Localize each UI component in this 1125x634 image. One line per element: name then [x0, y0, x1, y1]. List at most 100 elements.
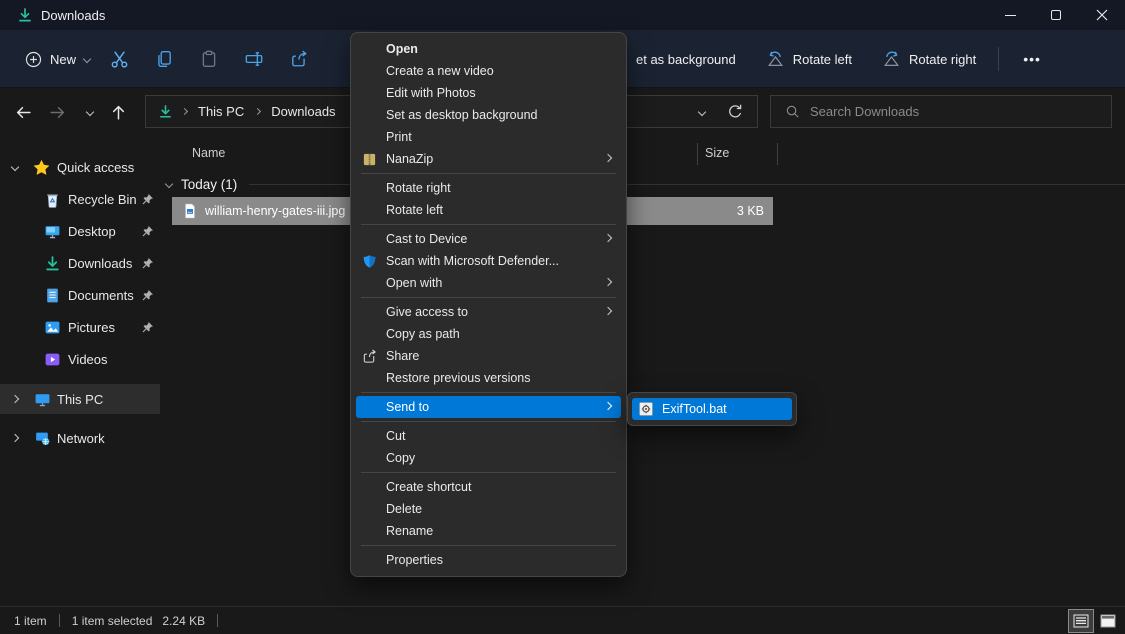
set-as-background-button[interactable]: et as background: [628, 52, 744, 67]
group-header-today[interactable]: Today (1): [166, 173, 1125, 195]
sidebar-item-videos[interactable]: Videos: [0, 344, 160, 374]
back-button[interactable]: [11, 100, 35, 124]
context-menu: Open Create a new video Edit with Photos…: [350, 32, 627, 577]
maximize-icon: [1051, 10, 1061, 20]
sidebar-item-label: Documents: [68, 288, 134, 303]
sidebar-item-downloads[interactable]: Downloads: [0, 248, 160, 278]
paste-button[interactable]: [198, 48, 220, 70]
submenu-arrow-icon: [604, 402, 612, 410]
pin-icon: [141, 225, 154, 238]
menu-item-set-as-desktop-background[interactable]: Set as desktop background: [351, 104, 626, 126]
column-divider[interactable]: [777, 143, 778, 165]
breadcrumb-this-pc[interactable]: This PC: [196, 104, 246, 119]
rotate-left-icon: [766, 50, 785, 68]
pin-icon: [141, 193, 154, 206]
rename-button[interactable]: [243, 48, 265, 70]
up-button[interactable]: [106, 100, 130, 124]
menu-item-copy-as-path[interactable]: Copy as path: [351, 323, 626, 345]
sidebar-item-desktop[interactable]: Desktop: [0, 216, 160, 246]
column-header-name[interactable]: Name: [192, 146, 225, 160]
copy-button[interactable]: [153, 48, 175, 70]
details-view-button[interactable]: [1069, 610, 1093, 632]
column-header-size[interactable]: Size: [705, 146, 729, 160]
rotate-right-icon: [882, 50, 901, 68]
address-dropdown-icon[interactable]: [698, 107, 706, 115]
this-pc-icon: [34, 391, 51, 408]
toolbar-divider: [998, 47, 999, 71]
menu-item-scan-with-defender[interactable]: Scan with Microsoft Defender...: [351, 250, 626, 272]
group-collapse-icon[interactable]: [165, 180, 173, 188]
pin-icon: [141, 257, 154, 270]
thumbnail-view-button[interactable]: [1096, 610, 1120, 632]
sidebar-item-pictures[interactable]: Pictures: [0, 312, 160, 342]
collapse-chevron-icon[interactable]: [11, 395, 19, 403]
share-button[interactable]: [288, 48, 310, 70]
share-icon: [361, 348, 378, 365]
rotate-right-button[interactable]: Rotate right: [874, 50, 984, 68]
menu-separator: [361, 545, 616, 546]
column-divider[interactable]: [697, 143, 698, 165]
menu-item-open-with[interactable]: Open with: [351, 272, 626, 294]
minimize-button[interactable]: [987, 0, 1033, 30]
rename-icon: [245, 50, 263, 68]
expand-chevron-icon[interactable]: [11, 163, 19, 171]
menu-item-rename[interactable]: Rename: [351, 520, 626, 542]
status-divider: [217, 614, 218, 627]
menu-item-cut[interactable]: Cut: [351, 425, 626, 447]
search-input[interactable]: [810, 104, 1111, 119]
sidebar-item-label: Pictures: [68, 320, 115, 335]
details-view-icon: [1073, 614, 1089, 628]
collapse-chevron-icon[interactable]: [11, 434, 19, 442]
sidebar-item-documents[interactable]: Documents: [0, 280, 160, 310]
documents-icon: [44, 287, 61, 304]
title-bar: Downloads: [0, 0, 1125, 30]
sidebar-item-network[interactable]: Network: [0, 423, 160, 453]
search-box[interactable]: [770, 95, 1112, 128]
submenu-item-exiftool[interactable]: ExifTool.bat: [632, 398, 792, 420]
menu-item-print[interactable]: Print: [351, 126, 626, 148]
plus-circle-icon: [25, 51, 42, 68]
file-explorer-window: Downloads New: [0, 0, 1125, 634]
menu-item-give-access-to[interactable]: Give access to: [351, 301, 626, 323]
pin-icon: [141, 289, 154, 302]
menu-item-send-to[interactable]: Send to: [356, 396, 621, 418]
recent-locations-button[interactable]: [78, 100, 102, 124]
menu-item-cast-to-device[interactable]: Cast to Device: [351, 228, 626, 250]
pictures-icon: [44, 319, 61, 336]
downloads-folder-icon: [158, 104, 173, 119]
menu-separator: [361, 472, 616, 473]
rotate-left-button[interactable]: Rotate left: [758, 50, 860, 68]
menu-item-properties[interactable]: Properties: [351, 549, 626, 571]
search-icon: [785, 104, 800, 119]
chevron-down-icon: [86, 108, 94, 116]
sidebar-item-this-pc[interactable]: This PC: [0, 384, 160, 414]
sidebar-item-label: Recycle Bin: [68, 192, 137, 207]
menu-item-delete[interactable]: Delete: [351, 498, 626, 520]
sidebar-item-label: Desktop: [68, 224, 116, 239]
file-list-pane: Name Size Today (1) william-henry-gates-…: [160, 135, 1125, 606]
breadcrumb-downloads[interactable]: Downloads: [269, 104, 337, 119]
menu-item-nanazip[interactable]: NanaZip: [351, 148, 626, 170]
menu-item-copy[interactable]: Copy: [351, 447, 626, 469]
menu-item-open[interactable]: Open: [351, 38, 626, 60]
nanazip-icon: [361, 151, 378, 168]
close-icon: [1096, 9, 1108, 21]
menu-item-share[interactable]: Share: [351, 345, 626, 367]
menu-item-create-shortcut[interactable]: Create shortcut: [351, 476, 626, 498]
menu-item-rotate-right[interactable]: Rotate right: [351, 177, 626, 199]
forward-icon: [49, 104, 66, 121]
close-button[interactable]: [1079, 0, 1125, 30]
refresh-button[interactable]: [727, 104, 743, 120]
new-button[interactable]: New: [15, 44, 100, 74]
sidebar-item-recycle-bin[interactable]: Recycle Bin: [0, 184, 160, 214]
menu-item-restore-previous-versions[interactable]: Restore previous versions: [351, 367, 626, 389]
cut-button[interactable]: [108, 48, 130, 70]
more-options-button[interactable]: •••: [1013, 51, 1051, 67]
sidebar-item-quick-access[interactable]: Quick access: [0, 152, 160, 182]
maximize-button[interactable]: [1033, 0, 1079, 30]
menu-item-create-new-video[interactable]: Create a new video: [351, 60, 626, 82]
defender-shield-icon: [361, 253, 378, 270]
menu-item-rotate-left[interactable]: Rotate left: [351, 199, 626, 221]
forward-button[interactable]: [45, 100, 69, 124]
menu-item-edit-with-photos[interactable]: Edit with Photos: [351, 82, 626, 104]
